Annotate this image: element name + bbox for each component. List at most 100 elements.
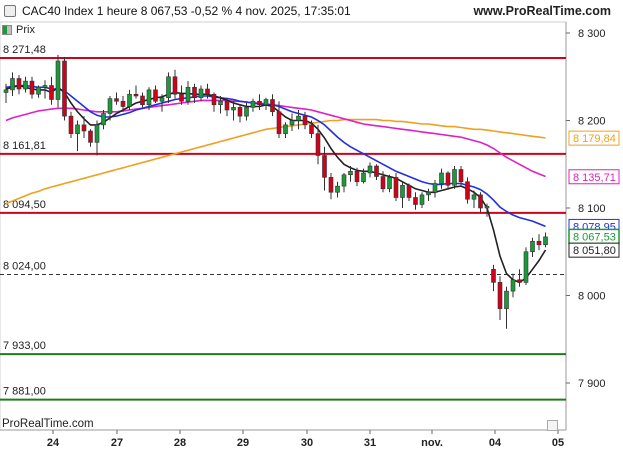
level-label: 7 881,00	[3, 386, 46, 398]
candle-body	[504, 290, 509, 309]
candle-body	[172, 76, 178, 95]
candle-body	[23, 80, 28, 90]
y-tick-label: 8 000	[578, 291, 606, 303]
x-tick-label: 29	[237, 437, 249, 449]
candle-body	[354, 170, 360, 183]
candle-body	[484, 205, 490, 209]
candle-body	[400, 184, 405, 198]
x-tick-label: 05	[552, 437, 564, 449]
x-tick-label: 24	[47, 437, 60, 449]
candle-body	[341, 174, 347, 187]
plot-frame	[0, 21, 567, 431]
candle-body	[257, 100, 262, 106]
candle-body	[289, 120, 295, 126]
candle-body	[426, 191, 431, 196]
level-label: 8 024,00	[3, 261, 46, 273]
candle-body	[478, 194, 483, 209]
y-tick-label: 8 100	[578, 203, 606, 215]
candle-body	[523, 251, 529, 283]
candle-body	[120, 100, 126, 107]
candle-body	[302, 115, 308, 126]
price-tag-label: 8 135,71	[573, 172, 616, 184]
y-tick-label: 7 900	[578, 378, 606, 390]
candle-body	[192, 86, 197, 99]
candle-body	[250, 100, 256, 108]
x-tick-label: 28	[174, 437, 186, 449]
candle-body	[3, 89, 9, 93]
candle-body	[68, 115, 74, 134]
candle-body	[543, 236, 548, 246]
candle-body	[88, 130, 93, 143]
candle-body	[159, 97, 165, 102]
candle-body	[510, 279, 516, 292]
candle-body	[127, 93, 132, 107]
candle-body	[185, 86, 191, 102]
candle-body	[419, 194, 425, 205]
candle-body	[315, 133, 321, 156]
candle-body	[283, 124, 288, 134]
candle-body	[536, 240, 542, 246]
candle-body	[198, 88, 204, 99]
footer-source: ProRealTime.com	[2, 418, 94, 430]
candle-body	[42, 85, 48, 88]
y-tick-label: 8 300	[578, 28, 606, 40]
price-chart[interactable]: 8 300 8 200 8 100 8 000 7 900 24 27 28 29 30 31 nov…	[0, 0, 623, 450]
candle-body	[276, 111, 282, 134]
candle-body	[146, 89, 152, 106]
candle-body	[218, 100, 223, 106]
settings-icon[interactable]	[547, 420, 558, 431]
candle-body	[458, 169, 464, 183]
candle-body	[29, 80, 35, 95]
candle-body	[406, 184, 412, 198]
candle-body	[179, 93, 184, 102]
candle-body	[335, 185, 340, 193]
candle-body	[16, 78, 22, 90]
candle-body	[348, 170, 353, 176]
candle-body	[465, 181, 470, 200]
x-tick-label: 30	[301, 437, 313, 449]
x-tick-label: 31	[364, 437, 376, 449]
candle-body	[114, 98, 119, 102]
level-label: 7 933,00	[3, 340, 46, 352]
candle-body	[224, 100, 230, 111]
candle-body	[153, 89, 158, 102]
candle-body	[94, 124, 100, 143]
candle-body	[205, 88, 210, 95]
candle-body	[211, 93, 217, 106]
candle-body	[517, 279, 522, 283]
price-tag-label: 8 051,80	[573, 245, 616, 257]
candle-body	[413, 197, 418, 205]
candle-body	[530, 240, 535, 253]
candle-body	[231, 107, 236, 111]
candle-body	[140, 95, 145, 106]
candle-body	[62, 60, 67, 117]
ma-line	[5, 99, 546, 178]
candle-body	[367, 165, 373, 174]
candle-body	[270, 99, 275, 113]
level-label: 8 161,81	[3, 140, 46, 152]
candle-body	[36, 86, 41, 95]
candle-body	[452, 169, 457, 186]
ma-line	[5, 118, 546, 205]
candle-body	[10, 78, 15, 91]
x-tick-label: 27	[111, 437, 123, 449]
ma-line	[5, 84, 546, 228]
candle-body	[380, 176, 386, 190]
candle-body	[393, 177, 399, 198]
candle-body	[49, 85, 54, 100]
candle-body	[101, 113, 106, 126]
candle-body	[361, 172, 366, 183]
candle-body	[75, 124, 80, 134]
candle-body	[309, 124, 314, 134]
candle-body	[322, 155, 327, 178]
candle-body	[387, 177, 392, 190]
candle-body	[471, 194, 477, 200]
candle-body	[491, 268, 496, 283]
y-tick-label: 8 200	[578, 116, 606, 128]
candle-body	[263, 99, 269, 106]
x-tick-label: nov.	[421, 437, 443, 449]
x-tick-label: 04	[489, 437, 502, 449]
candle-body	[296, 115, 301, 121]
candle-body	[81, 124, 87, 132]
candle-body	[445, 172, 451, 186]
